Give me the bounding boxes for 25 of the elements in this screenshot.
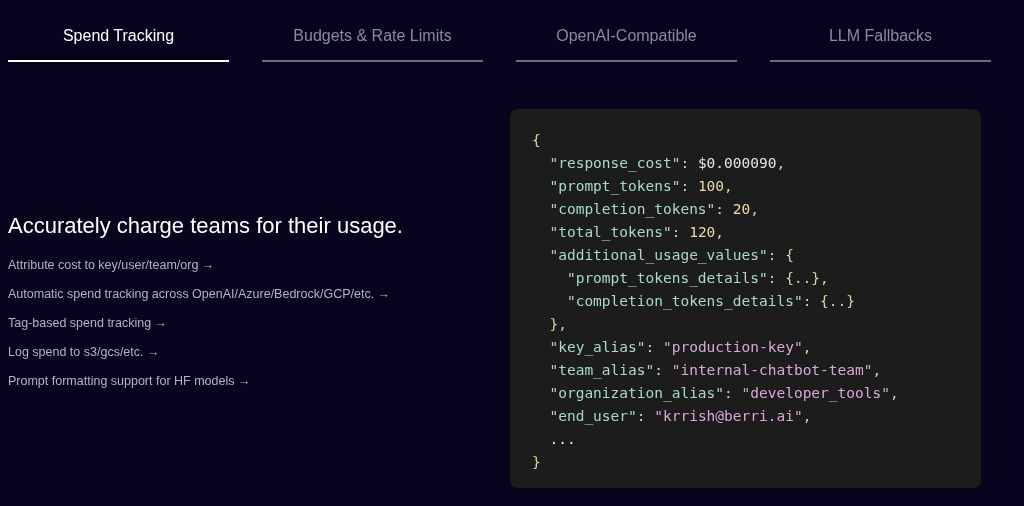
code-line: "total_tokens": 120, — [548, 223, 725, 243]
feature-link[interactable]: Automatic spend tracking across OpenAI/Azure/Bedrock/GCP/etc. → — [8, 286, 391, 302]
code-line: "response_cost": $0.000090, — [548, 154, 786, 174]
code-line: "prompt_tokens_details": {..}, — [565, 269, 829, 289]
feature-link[interactable]: Prompt formatting support for HF models → — [8, 373, 251, 389]
feature-link[interactable]: Tag-based spend tracking → — [8, 315, 168, 331]
tab[interactable]: Budgets & Rate Limits — [262, 20, 483, 62]
code-line: "prompt_tokens": 100, — [548, 177, 733, 197]
tab[interactable]: LLM Fallbacks — [770, 20, 991, 62]
code-line: "additional_usage_values": { — [548, 246, 794, 266]
feature-link[interactable]: Attribute cost to key/user/team/org → — [8, 257, 215, 273]
feature-link[interactable]: Log spend to s3/gcs/etc. → — [8, 344, 160, 360]
tab[interactable]: OpenAI-Compatible — [516, 20, 737, 62]
code-line: } — [532, 453, 541, 472]
code-line: "team_alias": "internal-chatbot-team", — [548, 361, 882, 381]
code-line: }, — [548, 315, 567, 334]
code-line: "key_alias": "production-key", — [548, 338, 812, 358]
code-line: ... — [548, 430, 576, 449]
code-line: "completion_tokens": 20, — [548, 200, 759, 220]
code-line: "organization_alias": "developer_tools", — [548, 384, 899, 404]
heading: Accurately charge teams for their usage. — [8, 212, 404, 240]
code-line: "completion_tokens_details": {..} — [565, 292, 855, 312]
tab[interactable]: Spend Tracking — [8, 20, 229, 62]
code-line: "end_user": "krrish@berri.ai", — [548, 407, 812, 427]
code-line: { — [532, 131, 541, 150]
